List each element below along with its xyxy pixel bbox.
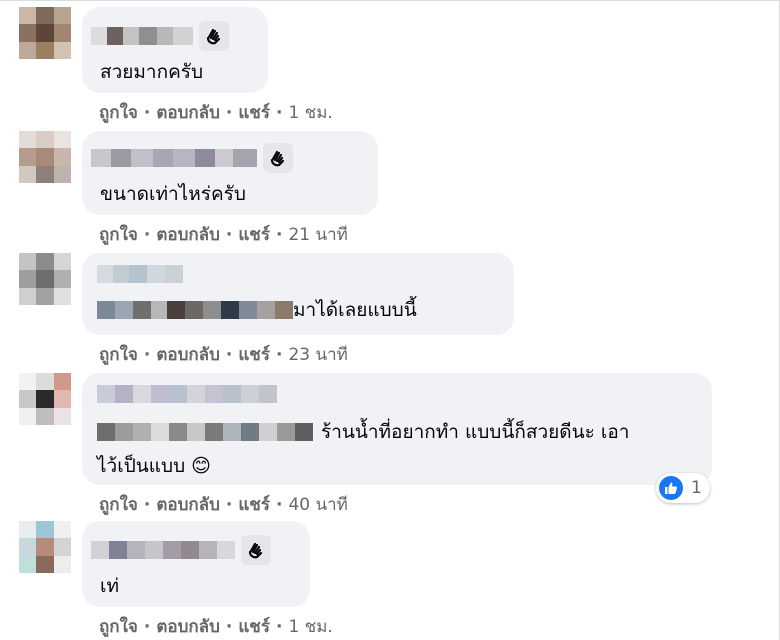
reply-button[interactable]: ตอบกลับ	[156, 99, 220, 126]
reaction-badge[interactable]: 1	[656, 473, 710, 503]
timestamp[interactable]: 1 ชม.	[288, 99, 332, 126]
comment-text: เท่	[100, 575, 120, 597]
comment-text: มาได้เลยแบบนี้	[293, 299, 417, 321]
comment-text-line2: ไว้เป็นแบบ	[97, 455, 186, 477]
wave-hand-icon[interactable]	[199, 21, 229, 51]
author-name[interactable]	[91, 535, 271, 565]
share-button[interactable]: แชร์	[238, 491, 270, 518]
wave-hand-icon[interactable]	[263, 143, 293, 173]
reply-button[interactable]: ตอบกลับ	[156, 491, 220, 518]
avatar[interactable]	[19, 373, 71, 425]
share-button[interactable]: แชร์	[238, 221, 270, 248]
like-button[interactable]: ถูกใจ	[99, 99, 138, 126]
comment-text-row: มาได้เลยแบบนี้	[97, 295, 417, 325]
comment-text: สวยมากครับ	[100, 61, 204, 83]
comment-text: ขนาดเท่าไหร่ครับ	[100, 183, 246, 205]
like-button[interactable]: ถูกใจ	[99, 341, 138, 368]
author-name[interactable]	[97, 385, 277, 403]
share-button[interactable]: แชร์	[238, 341, 270, 368]
comment-actions: ถูกใจ · ตอบกลับ · แชร์ · 40 นาที	[99, 491, 348, 518]
wave-hand-icon[interactable]	[241, 535, 271, 565]
redacted-mention	[97, 301, 293, 319]
comment-text-row2: ไว้เป็นแบบ 😊	[97, 451, 211, 481]
redacted-mention	[97, 423, 313, 441]
like-button[interactable]: ถูกใจ	[99, 221, 138, 248]
redacted-name	[97, 385, 277, 403]
comment-text-row: ร้านน้ำที่อยากทำ แบบนี้ก็สวยดีนะ เอา	[97, 417, 629, 447]
share-button[interactable]: แชร์	[238, 613, 270, 640]
share-button[interactable]: แชร์	[238, 99, 270, 126]
smile-emoji-icon: 😊	[191, 455, 211, 477]
like-icon	[659, 476, 683, 500]
reaction-count: 1	[691, 478, 702, 498]
redacted-name	[97, 265, 183, 283]
author-name[interactable]	[91, 143, 293, 173]
author-name[interactable]	[97, 265, 183, 283]
like-button[interactable]: ถูกใจ	[99, 613, 138, 640]
avatar[interactable]	[19, 521, 71, 573]
comment-actions: ถูกใจ · ตอบกลับ · แชร์ · 23 นาที	[99, 341, 348, 368]
timestamp[interactable]: 40 นาที	[288, 491, 347, 518]
avatar[interactable]	[19, 253, 71, 305]
timestamp[interactable]: 23 นาที	[288, 341, 347, 368]
reply-button[interactable]: ตอบกลับ	[156, 221, 220, 248]
timestamp[interactable]: 21 นาที	[288, 221, 347, 248]
redacted-name	[91, 27, 193, 45]
reply-button[interactable]: ตอบกลับ	[156, 341, 220, 368]
redacted-name	[91, 149, 257, 167]
comment-actions: ถูกใจ · ตอบกลับ · แชร์ · 21 นาที	[99, 221, 348, 248]
comment-actions: ถูกใจ · ตอบกลับ · แชร์ · 1 ชม.	[99, 99, 333, 126]
redacted-name	[91, 541, 235, 559]
comment-actions: ถูกใจ · ตอบกลับ · แชร์ · 1 ชม.	[99, 613, 333, 640]
timestamp[interactable]: 1 ชม.	[288, 613, 332, 640]
author-name[interactable]	[91, 21, 229, 51]
like-button[interactable]: ถูกใจ	[99, 491, 138, 518]
avatar[interactable]	[19, 7, 71, 59]
comment-text-line1: ร้านน้ำที่อยากทำ แบบนี้ก็สวยดีนะ เอา	[321, 421, 630, 443]
avatar[interactable]	[19, 131, 71, 183]
reply-button[interactable]: ตอบกลับ	[156, 613, 220, 640]
